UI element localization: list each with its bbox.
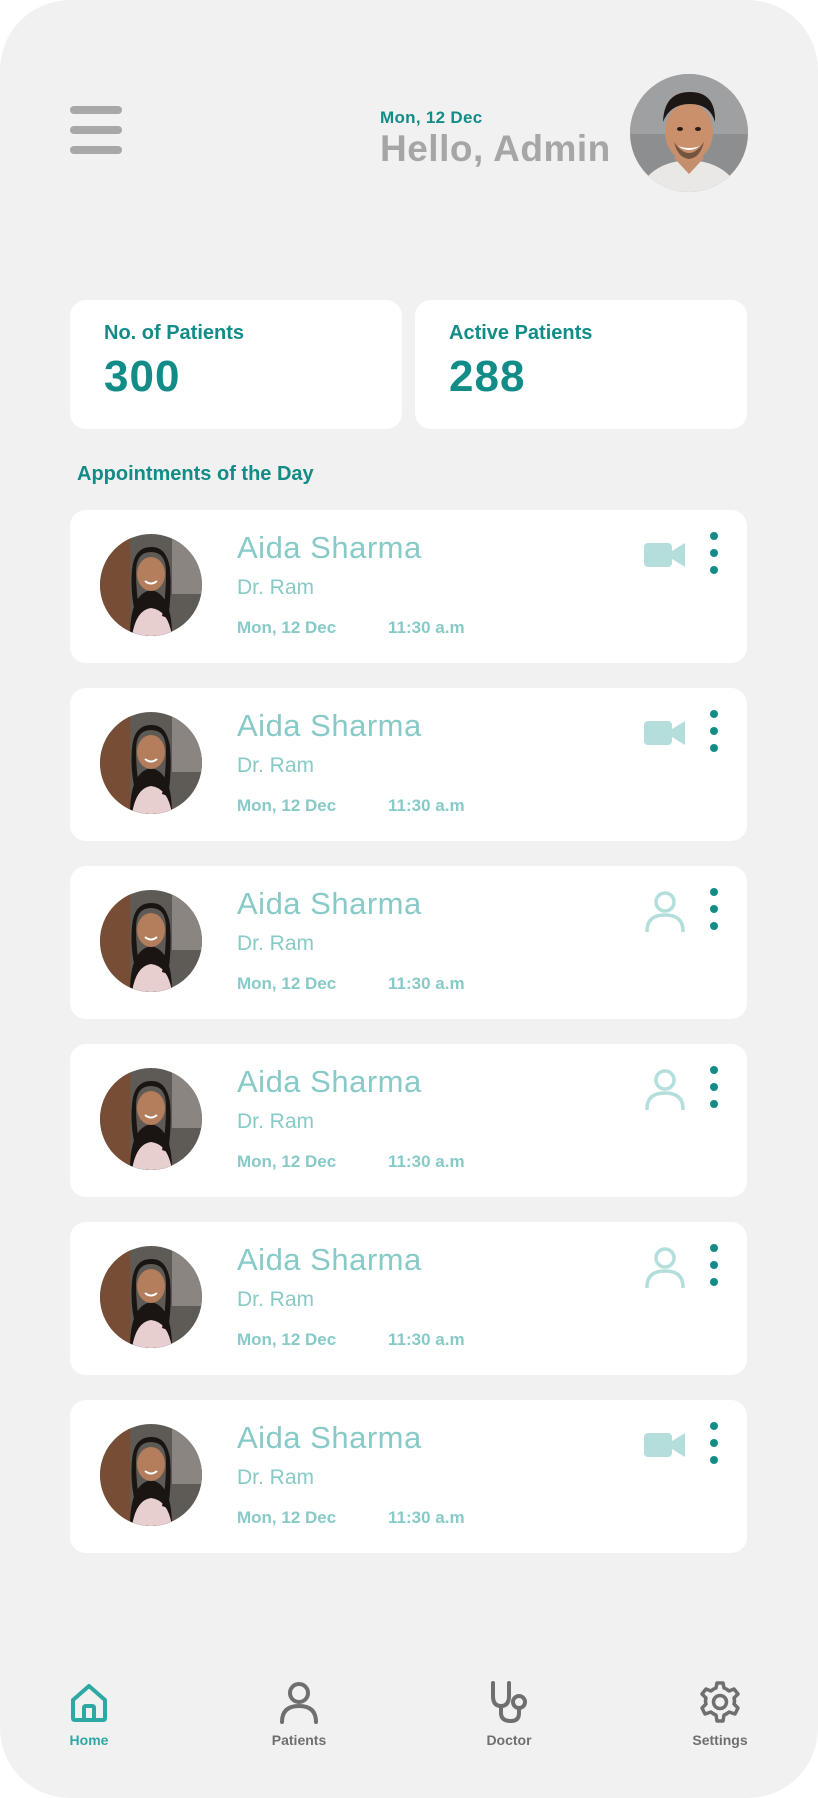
appointment-card[interactable]: Aida Sharma Dr. Ram Mon, 12 Dec 11:30 a.… — [70, 1044, 747, 1197]
appointment-time: 11:30 a.m — [388, 1508, 465, 1527]
appointment-card[interactable]: Aida Sharma Dr. Ram Mon, 12 Dec 11:30 a.… — [70, 1222, 747, 1375]
appointment-date: Mon, 12 Dec — [237, 1152, 337, 1171]
doctor-name: Dr. Ram — [237, 1466, 315, 1489]
patient-name: Aida Sharma — [237, 886, 422, 921]
person-icon[interactable] — [643, 1068, 687, 1111]
appointment-time: 11:30 a.m — [388, 974, 465, 993]
nav-label: Home — [69, 1732, 109, 1748]
doctor-name: Dr. Ram — [237, 1110, 315, 1133]
phone-screen: Mon, 12 Dec Hello, Admin No. of Patients… — [0, 0, 818, 1798]
active-patients-card[interactable]: Active Patients 288 — [415, 300, 747, 429]
appointment-time: 11:30 a.m — [388, 1330, 465, 1349]
appointment-time: 11:30 a.m — [388, 618, 465, 637]
patient-avatar — [100, 1424, 202, 1526]
more-options-icon[interactable] — [706, 888, 722, 932]
hamburger-menu-icon[interactable] — [70, 106, 122, 154]
more-options-icon[interactable] — [706, 532, 722, 576]
nav-label: Settings — [692, 1732, 748, 1748]
nav-home[interactable]: Home — [29, 1680, 149, 1770]
video-camera-icon[interactable] — [643, 534, 687, 576]
appointment-card[interactable]: Aida Sharma Dr. Ram Mon, 12 Dec 11:30 a.… — [70, 688, 747, 841]
patient-avatar — [100, 1068, 202, 1170]
patient-avatar — [100, 890, 202, 992]
appointment-time: 11:30 a.m — [388, 796, 465, 815]
more-options-icon[interactable] — [706, 1422, 722, 1466]
stat-label: Active Patients — [449, 322, 593, 344]
patient-name: Aida Sharma — [237, 1420, 422, 1455]
appointments-section-title: Appointments of the Day — [77, 463, 314, 485]
patient-avatar — [100, 712, 202, 814]
more-options-icon[interactable] — [706, 710, 722, 754]
nav-label: Patients — [271, 1732, 327, 1748]
stethoscope-icon — [491, 1681, 527, 1724]
doctor-name: Dr. Ram — [237, 754, 315, 777]
video-camera-icon[interactable] — [643, 712, 687, 754]
patient-name: Aida Sharma — [237, 1064, 422, 1099]
appointment-date: Mon, 12 Dec — [237, 1330, 337, 1349]
patient-avatar — [100, 1246, 202, 1348]
greeting-title: Hello, Admin — [380, 128, 611, 169]
appointment-date: Mon, 12 Dec — [237, 618, 337, 637]
gear-icon — [700, 1681, 740, 1723]
person-icon[interactable] — [643, 890, 687, 933]
header-date: Mon, 12 Dec — [380, 108, 483, 127]
stat-value: 300 — [104, 352, 181, 401]
appointment-date: Mon, 12 Dec — [237, 1508, 337, 1527]
doctor-name: Dr. Ram — [237, 576, 315, 599]
more-options-icon[interactable] — [706, 1066, 722, 1110]
appointment-card[interactable]: Aida Sharma Dr. Ram Mon, 12 Dec 11:30 a.… — [70, 866, 747, 1019]
person-icon — [280, 1682, 318, 1724]
stat-value: 288 — [449, 352, 526, 401]
person-icon[interactable] — [643, 1246, 687, 1289]
appointment-date: Mon, 12 Dec — [237, 974, 337, 993]
stat-label: No. of Patients — [104, 322, 245, 344]
doctor-name: Dr. Ram — [237, 1288, 315, 1311]
patient-name: Aida Sharma — [237, 708, 422, 743]
patient-name: Aida Sharma — [237, 530, 422, 565]
admin-avatar[interactable] — [630, 74, 748, 192]
patients-count-card[interactable]: No. of Patients 300 — [70, 300, 402, 429]
nav-label: Doctor — [486, 1732, 532, 1748]
appointment-card[interactable]: Aida Sharma Dr. Ram Mon, 12 Dec 11:30 a.… — [70, 510, 747, 663]
appointment-time: 11:30 a.m — [388, 1152, 465, 1171]
home-icon — [71, 1684, 107, 1722]
appointment-card[interactable]: Aida Sharma Dr. Ram Mon, 12 Dec 11:30 a.… — [70, 1400, 747, 1553]
patient-avatar — [100, 534, 202, 636]
nav-settings[interactable]: Settings — [660, 1680, 780, 1770]
patient-name: Aida Sharma — [237, 1242, 422, 1277]
nav-doctor[interactable]: Doctor — [449, 1680, 569, 1770]
doctor-name: Dr. Ram — [237, 932, 315, 955]
nav-patients[interactable]: Patients — [239, 1680, 359, 1770]
video-camera-icon[interactable] — [643, 1424, 687, 1466]
more-options-icon[interactable] — [706, 1244, 722, 1288]
appointment-date: Mon, 12 Dec — [237, 796, 337, 815]
